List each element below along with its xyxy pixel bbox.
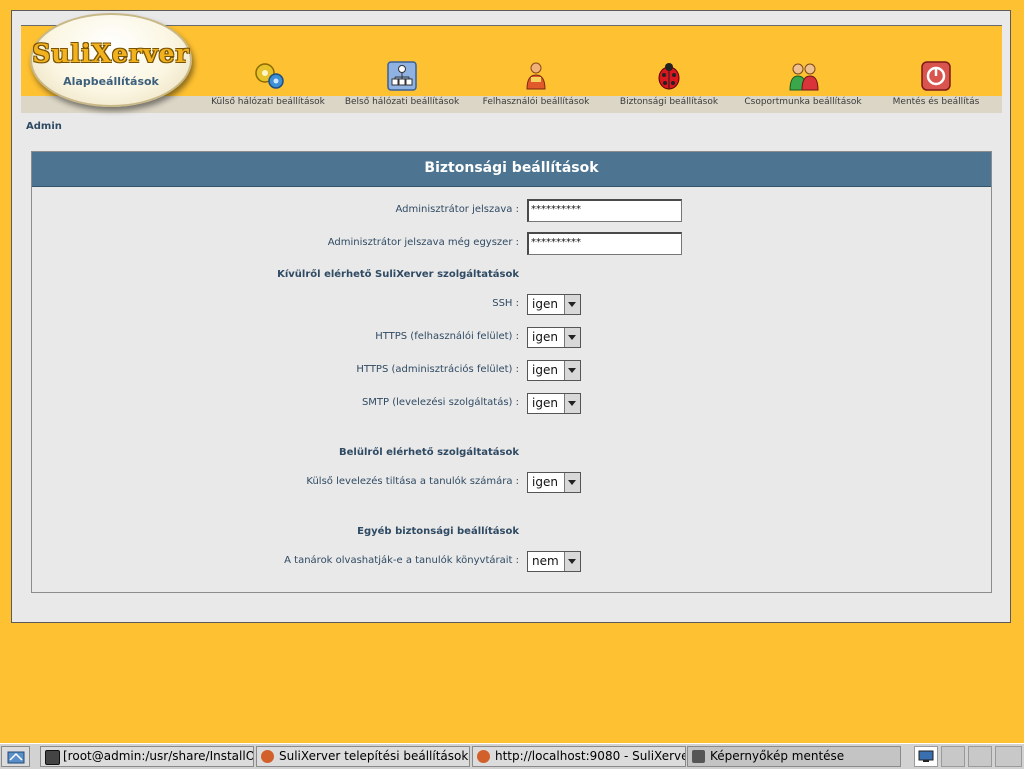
internal-services-section: Belülről elérhető szolgáltatások: [32, 443, 993, 467]
ssh-row: SSH : igen: [32, 293, 993, 317]
nav-security[interactable]: Biztonsági beállítások: [602, 61, 736, 107]
nav-external-network[interactable]: Külső hálózati beállítások: [201, 61, 335, 107]
breadcrumb[interactable]: Admin: [26, 121, 62, 132]
https-user-label: HTTPS (felhasználói felület) :: [375, 331, 519, 342]
internal-services-heading: Belülről elérhető szolgáltatások: [339, 447, 519, 458]
panel-title: Biztonsági beállítások: [32, 152, 991, 187]
ssh-label: SSH :: [492, 298, 519, 309]
workspace-switcher-active[interactable]: [914, 746, 938, 767]
block-mail-select-value: igen: [532, 475, 558, 489]
https-user-select-value: igen: [532, 330, 558, 344]
taskbar-item-firefox-localhost[interactable]: http://localhost:9080 - SuliXerver: [472, 746, 686, 767]
nav-label: Felhasználói beállítások: [482, 97, 590, 107]
https-admin-select-value: igen: [532, 363, 558, 377]
chevron-down-icon[interactable]: [564, 552, 580, 571]
nav-users[interactable]: Felhasználói beállítások: [469, 61, 603, 107]
taskbar-item-label: [root@admin:/usr/share/InstallOS: [63, 749, 254, 763]
teacher-read-select-value: nem: [532, 554, 559, 568]
admin-password-again-input[interactable]: **********: [527, 232, 682, 255]
admin-password-row: Adminisztrátor jelszava : **********: [32, 199, 993, 223]
block-mail-row: Külső levelezés tiltása a tanulók számár…: [32, 471, 993, 495]
sulixerver-logo[interactable]: SuliXerver Alapbeállítások: [30, 13, 192, 107]
camera-icon: [692, 750, 705, 763]
power-icon: [921, 61, 951, 91]
nav-label: Biztonsági beállítások: [619, 97, 719, 107]
firefox-icon: [477, 750, 490, 763]
workspace-3[interactable]: [968, 746, 992, 767]
nav-backup[interactable]: Mentés és beállítás: [869, 61, 1003, 107]
gears-icon: [253, 61, 284, 91]
taskbar-item-firefox-settings[interactable]: SuliXerver telepítési beállítások -: [256, 746, 470, 767]
taskbar-item-label: Képernyőkép mentése: [710, 749, 845, 763]
taskbar-item-screenshot[interactable]: Képernyőkép mentése: [687, 746, 901, 767]
user-icon: [521, 61, 551, 91]
external-services-heading: Kívülről elérhető SuliXerver szolgáltatá…: [277, 269, 519, 280]
https-admin-row: HTTPS (adminisztrációs felület) : igen: [32, 359, 993, 383]
start-menu-icon: [7, 751, 25, 764]
nav-label: Külső hálózati beállítások: [211, 97, 325, 107]
smtp-row: SMTP (levelezési szolgáltatás) : igen: [32, 392, 993, 416]
https-user-row: HTTPS (felhasználói felület) : igen: [32, 326, 993, 350]
block-mail-select[interactable]: igen: [527, 472, 581, 493]
admin-password-label: Adminisztrátor jelszava :: [395, 204, 520, 215]
terminal-icon: [45, 750, 60, 765]
workspace-2[interactable]: [941, 746, 965, 767]
taskbar: [root@admin:/usr/share/InstallOS SuliXer…: [0, 743, 1024, 769]
ssh-select[interactable]: igen: [527, 294, 581, 315]
nav-groupwork[interactable]: Csoportmunka beállítások: [736, 61, 870, 107]
taskbar-item-label: SuliXerver telepítési beállítások -: [279, 749, 470, 763]
nav-label: Mentés és beállítás: [892, 97, 980, 107]
admin-password-again-label: Adminisztrátor jelszava még egyszer :: [327, 237, 519, 248]
admin-password-input[interactable]: **********: [527, 199, 682, 222]
firefox-icon: [261, 750, 274, 763]
ssh-select-value: igen: [532, 297, 558, 311]
nav-label: Csoportmunka beállítások: [744, 97, 862, 107]
workspace-4[interactable]: [995, 746, 1022, 767]
taskbar-item-label: http://localhost:9080 - SuliXerver: [495, 749, 686, 763]
nav-internal-network[interactable]: Belső hálózati beállítások: [335, 61, 469, 107]
admin-password-again-row: Adminisztrátor jelszava még egyszer : **…: [32, 232, 993, 256]
other-settings-section: Egyéb biztonsági beállítások: [32, 522, 993, 546]
security-settings-panel: Biztonsági beállítások Adminisztrátor je…: [31, 151, 992, 593]
smtp-label: SMTP (levelezési szolgáltatás) :: [361, 397, 519, 408]
other-settings-heading: Egyéb biztonsági beállítások: [357, 526, 519, 537]
teacher-read-label: A tanárok olvashatják-e a tanulók könyvt…: [284, 555, 519, 566]
https-admin-select[interactable]: igen: [527, 360, 581, 381]
smtp-select[interactable]: igen: [527, 393, 581, 414]
teacher-read-row: A tanárok olvashatják-e a tanulók könyvt…: [32, 550, 993, 574]
network-icon: [387, 61, 417, 91]
ladybug-icon: [654, 61, 684, 91]
chevron-down-icon[interactable]: [564, 473, 580, 492]
https-admin-label: HTTPS (adminisztrációs felület) :: [356, 364, 519, 375]
https-user-select[interactable]: igen: [527, 327, 581, 348]
nav-label: Belső hálózati beállítások: [344, 97, 460, 107]
chevron-down-icon[interactable]: [564, 394, 580, 413]
chevron-down-icon[interactable]: [564, 295, 580, 314]
external-services-section: Kívülről elérhető SuliXerver szolgáltatá…: [32, 265, 993, 289]
logo-title: SuliXerver: [32, 39, 190, 68]
taskbar-item-terminal[interactable]: [root@admin:/usr/share/InstallOS: [40, 746, 254, 767]
monitor-icon: [918, 750, 934, 762]
start-menu-button[interactable]: [1, 746, 30, 767]
chevron-down-icon[interactable]: [564, 361, 580, 380]
chevron-down-icon[interactable]: [564, 328, 580, 347]
block-mail-label: Külső levelezés tiltása a tanulók számár…: [306, 476, 519, 487]
teacher-read-select[interactable]: nem: [527, 551, 581, 572]
logo-subtitle: Alapbeállítások: [63, 75, 159, 88]
smtp-select-value: igen: [532, 396, 558, 410]
group-icon: [788, 61, 819, 91]
